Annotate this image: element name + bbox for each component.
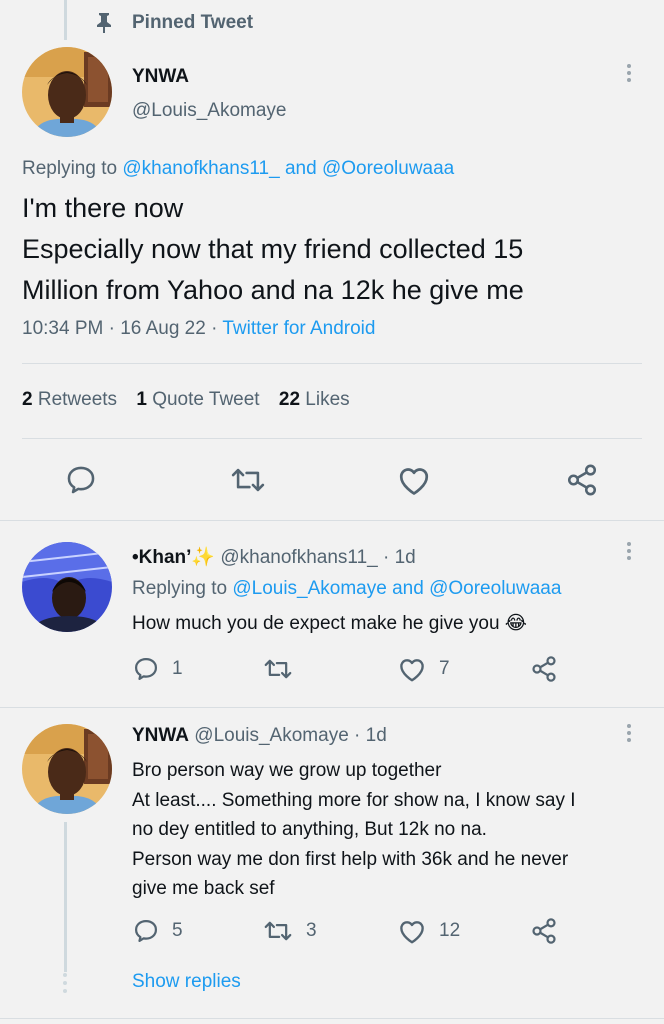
replying-prefix: Replying to xyxy=(22,158,118,179)
retweet-button[interactable]: 3 xyxy=(262,917,317,945)
reply-count: 5 xyxy=(172,920,183,941)
reply-icon xyxy=(67,466,95,494)
retweets-stat[interactable]: 2 Retweets xyxy=(22,389,117,410)
quotes-stat[interactable]: 1 Quote Tweet xyxy=(136,389,259,410)
tweet-text-line: no dey entitled to anything, But 12k no … xyxy=(132,819,487,840)
more-icon[interactable] xyxy=(626,542,632,564)
quotes-count: 1 xyxy=(136,389,147,410)
tweet-text-line: At least.... Something more for show na,… xyxy=(132,789,576,811)
tweet-text-line: Million from Yahoo and na 12k he give me xyxy=(22,275,524,305)
avatar[interactable] xyxy=(22,542,112,632)
retweet-button[interactable] xyxy=(262,655,306,683)
author-handle[interactable]: @Louis_Akomaye xyxy=(194,725,348,746)
tweet-time[interactable]: 10:34 PM · 16 Aug 22 · xyxy=(22,318,217,339)
more-icon[interactable] xyxy=(626,724,632,746)
likes-stat[interactable]: 22 Likes xyxy=(279,389,350,410)
divider xyxy=(22,363,642,364)
retweets-label: Retweets xyxy=(37,389,118,410)
tweet-text-line: Especially now that my friend collected … xyxy=(22,234,524,264)
tweet-text-line: Bro person way we grow up together xyxy=(132,760,442,781)
thread-dots xyxy=(63,973,68,993)
retweet-icon xyxy=(264,659,292,679)
mention-link[interactable]: @Louis_Akomaye xyxy=(232,578,386,599)
replying-to: Replying to @khanofkhans11_ and @Ooreolu… xyxy=(22,158,454,180)
replying-and: and xyxy=(284,158,317,179)
like-button[interactable]: 12 xyxy=(397,917,460,945)
retweets-count: 2 xyxy=(22,389,33,410)
like-button[interactable] xyxy=(396,463,432,497)
share-button[interactable] xyxy=(530,917,558,945)
reply-count: 1 xyxy=(172,658,183,679)
share-icon xyxy=(532,918,556,944)
replying-and: and xyxy=(392,578,424,599)
mention-link[interactable]: @khanofkhans11_ xyxy=(122,158,279,179)
show-replies-link[interactable]: Show replies xyxy=(132,971,241,993)
reply-button[interactable]: 1 xyxy=(132,655,183,683)
tweet-time[interactable]: · 1d xyxy=(383,547,416,568)
like-icon xyxy=(400,921,424,944)
retweet-button[interactable] xyxy=(229,463,267,497)
tweet-time[interactable]: · 1d xyxy=(354,725,387,746)
mention-link[interactable]: @Ooreoluwaaa xyxy=(322,158,454,179)
like-icon xyxy=(400,659,424,682)
thread-line xyxy=(64,822,67,972)
tweet-text: I'm there now Especially now that my fri… xyxy=(22,188,524,311)
like-count: 7 xyxy=(439,658,450,679)
avatar[interactable] xyxy=(22,47,112,137)
tweet-text-line: give me back sef xyxy=(132,878,275,899)
divider xyxy=(0,1018,664,1019)
divider xyxy=(0,520,664,521)
retweet-icon xyxy=(264,921,292,941)
share-icon xyxy=(567,464,597,496)
retweet-count: 3 xyxy=(306,920,317,941)
tweet-text-line: I'm there now xyxy=(22,193,184,223)
tweet-header: •Khan’✨ @khanofkhans11_ · 1d xyxy=(132,545,416,569)
tweet-meta: 10:34 PM · 16 Aug 22 · Twitter for Andro… xyxy=(22,318,375,340)
share-button[interactable] xyxy=(565,463,599,497)
like-icon xyxy=(399,468,429,495)
mention-link[interactable]: @Ooreoluwaaa xyxy=(429,578,561,599)
reply-icon xyxy=(134,919,158,943)
author-handle[interactable]: @Louis_Akomaye xyxy=(132,100,286,122)
tweet-text-line: Person way me don first help with 36k an… xyxy=(132,848,569,870)
share-button[interactable] xyxy=(530,655,558,683)
tweet-source[interactable]: Twitter for Android xyxy=(222,318,375,339)
divider xyxy=(22,438,642,439)
more-icon[interactable] xyxy=(626,64,632,86)
reply-button[interactable] xyxy=(64,463,98,497)
author-name[interactable]: YNWA xyxy=(132,66,189,88)
author-name[interactable]: YNWA xyxy=(132,725,189,746)
avatar[interactable] xyxy=(22,724,112,814)
pinned-label: Pinned Tweet xyxy=(132,12,254,33)
likes-label: Likes xyxy=(305,389,350,410)
quotes-label: Quote Tweet xyxy=(152,389,260,410)
pin-icon xyxy=(95,11,113,38)
tweet-text: How much you de expect make he give you … xyxy=(132,613,528,634)
likes-count: 22 xyxy=(278,389,301,410)
retweet-icon xyxy=(231,468,265,492)
tweet-text: Bro person way we grow up together At le… xyxy=(132,756,576,904)
reply-icon xyxy=(134,657,158,681)
replying-prefix: Replying to xyxy=(132,578,228,599)
tweet-stats: 2 Retweets 1 Quote Tweet 22 Likes xyxy=(22,389,350,411)
tweet-header: YNWA @Louis_Akomaye · 1d xyxy=(132,725,387,747)
reply-button[interactable]: 5 xyxy=(132,917,183,945)
like-count: 12 xyxy=(439,920,461,941)
like-button[interactable]: 7 xyxy=(397,655,450,683)
thread-line-top xyxy=(64,0,67,40)
divider xyxy=(0,707,664,708)
replying-to: Replying to @Louis_Akomaye and @Ooreoluw… xyxy=(132,578,561,600)
share-icon xyxy=(532,656,556,682)
author-name[interactable]: •Khan’✨ xyxy=(132,547,215,568)
author-handle[interactable]: @khanofkhans11_ xyxy=(220,547,377,568)
